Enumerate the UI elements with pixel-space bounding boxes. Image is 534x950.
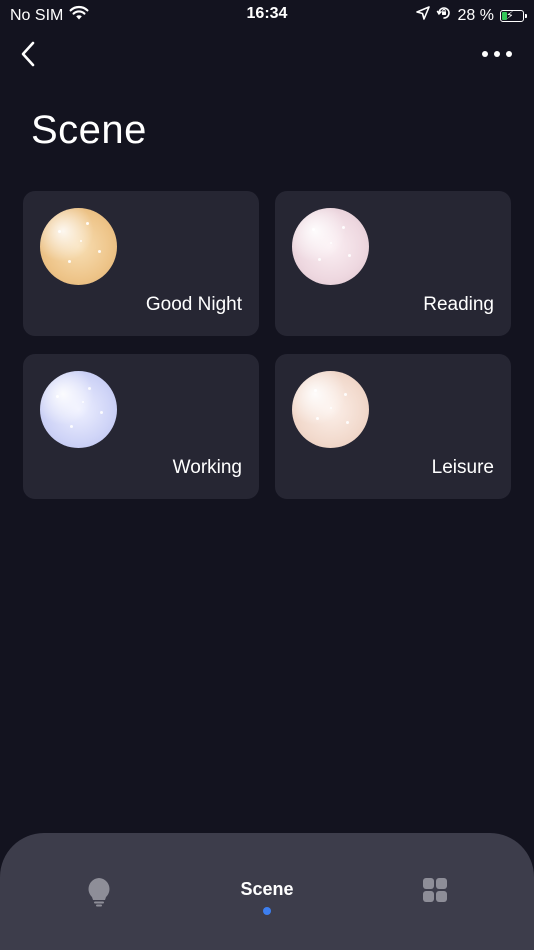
chevron-left-icon <box>21 41 35 67</box>
lightbulb-icon <box>88 878 110 907</box>
scene-orb-icon <box>292 208 369 285</box>
tab-scene[interactable]: Scene <box>220 877 314 915</box>
scene-grid: Good Night Reading Working Leisure <box>23 191 511 499</box>
tab-devices[interactable] <box>420 877 450 903</box>
scene-orb-icon <box>40 208 117 285</box>
grid-icon <box>423 878 447 902</box>
screen: No SIM 16:34 28 % ⚡︎ Scene Good Night Re… <box>0 0 534 950</box>
scene-card-working[interactable]: Working <box>23 354 259 499</box>
scene-label: Working <box>172 457 242 478</box>
tab-bar: Scene <box>0 833 534 950</box>
scene-card-reading[interactable]: Reading <box>275 191 511 336</box>
status-bar: No SIM 16:34 28 % ⚡︎ <box>0 0 534 28</box>
status-right: 28 % ⚡︎ <box>415 5 527 26</box>
ellipsis-icon <box>482 51 512 57</box>
tab-scene-label: Scene <box>240 879 294 899</box>
battery-icon: ⚡︎ <box>500 9 527 22</box>
scene-orb-icon <box>40 371 117 448</box>
scene-card-leisure[interactable]: Leisure <box>275 354 511 499</box>
location-arrow-icon <box>415 6 430 25</box>
battery-percent: 28 % <box>457 6 494 24</box>
scene-label: Leisure <box>431 457 494 478</box>
charging-bolt-icon: ⚡︎ <box>506 9 514 22</box>
scene-label: Good Night <box>145 294 242 315</box>
rotation-lock-icon <box>436 5 452 26</box>
more-options-button[interactable] <box>480 38 514 70</box>
active-tab-indicator <box>263 907 271 915</box>
scene-label: Reading <box>423 294 494 315</box>
page-title: Scene <box>31 108 147 152</box>
scene-orb-icon <box>292 371 369 448</box>
back-button[interactable] <box>12 38 44 70</box>
scene-card-good-night[interactable]: Good Night <box>23 191 259 336</box>
tab-lights[interactable] <box>84 877 114 907</box>
